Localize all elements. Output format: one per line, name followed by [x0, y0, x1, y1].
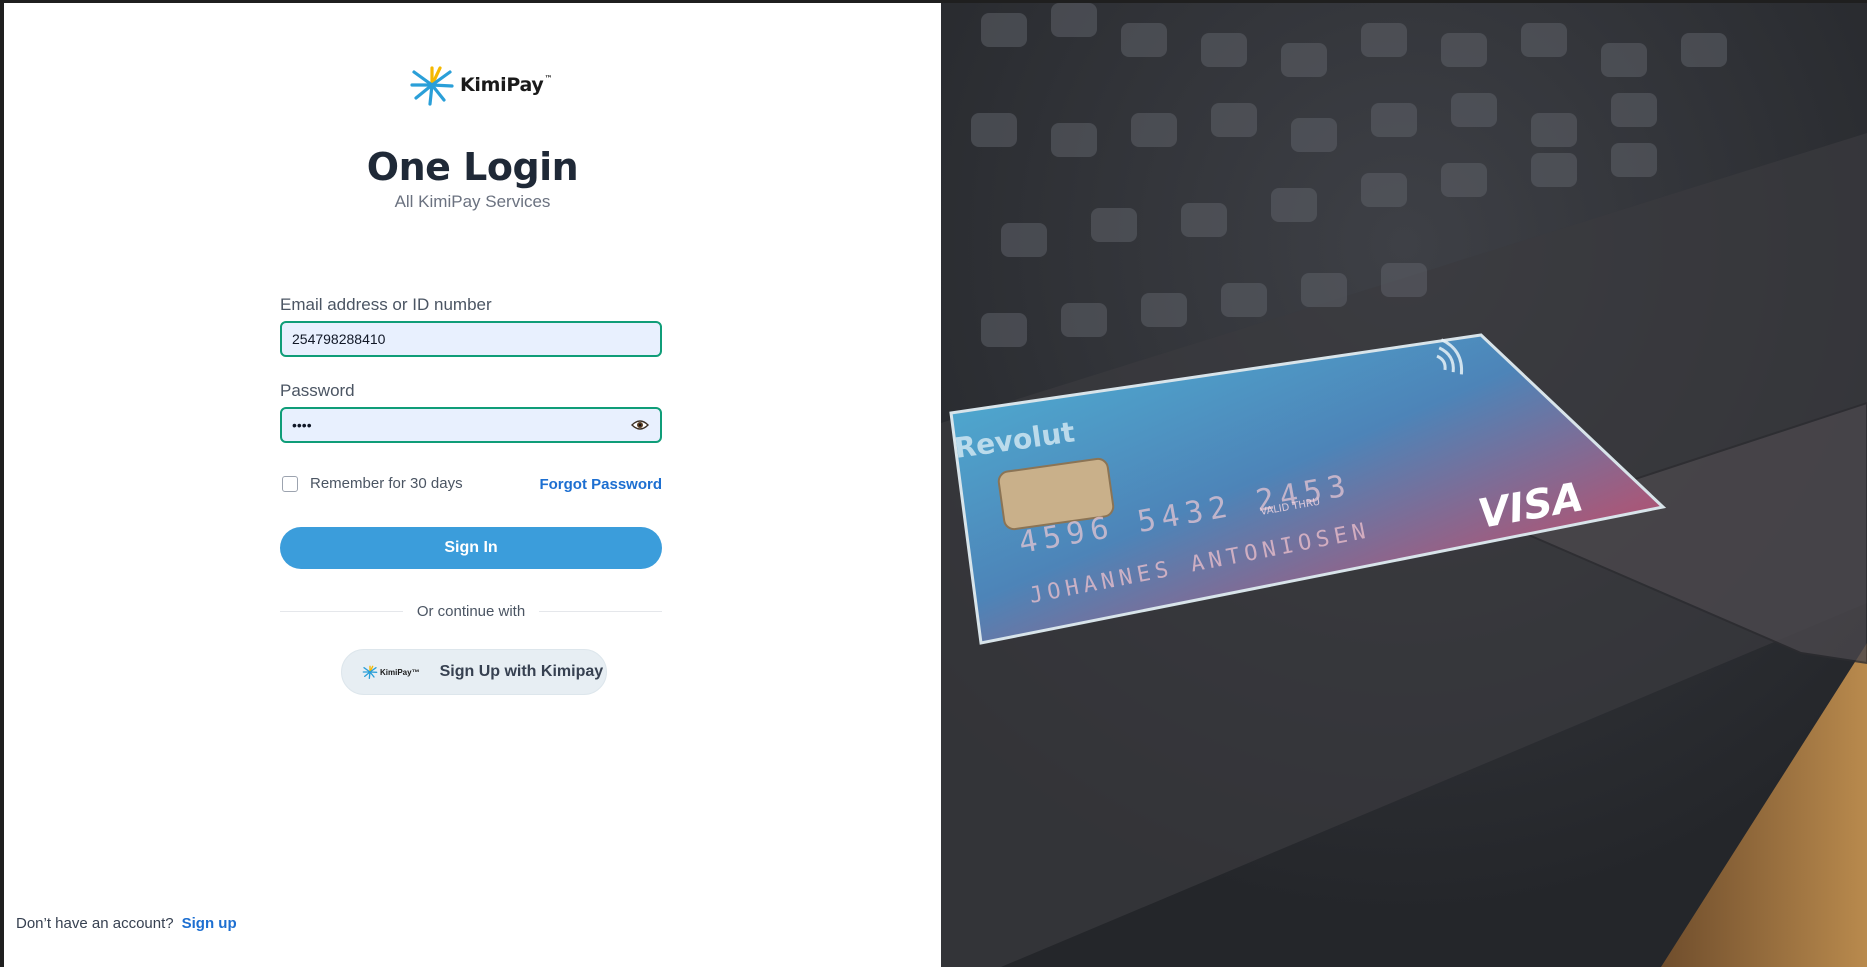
divider-line-left — [280, 611, 403, 612]
kimipay-logo-icon — [362, 665, 378, 679]
page-subtitle: All KimiPay Services — [394, 192, 551, 211]
email-field[interactable] — [280, 321, 662, 357]
page-title: One Login — [366, 145, 579, 189]
show-password-icon[interactable] — [630, 417, 650, 433]
remember-label: Remember for 30 days — [310, 475, 463, 492]
password-field[interactable] — [280, 407, 662, 443]
kimipay-mini-logo: KimiPay™ — [362, 664, 420, 680]
app-window: KimiPay™ One Login All KimiPay Services … — [4, 3, 1867, 967]
remember-checkbox[interactable] — [282, 475, 298, 492]
remember-row: Remember for 30 days — [282, 475, 463, 492]
signup-prompt-text: Don’t have an account? — [16, 915, 174, 932]
sign-up-with-kimipay-button[interactable]: KimiPay™ Sign Up with Kimipay — [341, 649, 607, 695]
brand-name: KimiPay™ — [460, 74, 553, 96]
divider: Or continue with — [280, 603, 663, 620]
divider-label: Or continue with — [416, 603, 526, 620]
login-panel: KimiPay™ One Login All KimiPay Services … — [4, 3, 941, 967]
hero-illustration: Revolut 4596 5432 2453 VALID THRU JOHANN… — [941, 3, 1867, 967]
email-label: Email address or ID number — [280, 295, 492, 314]
kimipay-logo-icon — [410, 66, 454, 106]
password-input[interactable] — [292, 417, 630, 433]
forgot-password-link[interactable]: Forgot Password — [539, 476, 662, 493]
mini-brand-name: KimiPay™ — [380, 667, 420, 677]
hero-image: Revolut 4596 5432 2453 VALID THRU JOHANN… — [941, 3, 1867, 967]
sign-up-link[interactable]: Sign up — [182, 915, 237, 932]
sign-in-button[interactable]: Sign In — [280, 527, 662, 569]
divider-line-right — [539, 611, 663, 612]
brand-logo: KimiPay™ — [408, 62, 552, 108]
password-label: Password — [280, 381, 355, 400]
email-input[interactable] — [292, 331, 650, 347]
signup-prompt: Don’t have an account? Sign up — [16, 915, 237, 932]
sign-up-with-kimipay-label: Sign Up with Kimipay — [439, 663, 604, 680]
